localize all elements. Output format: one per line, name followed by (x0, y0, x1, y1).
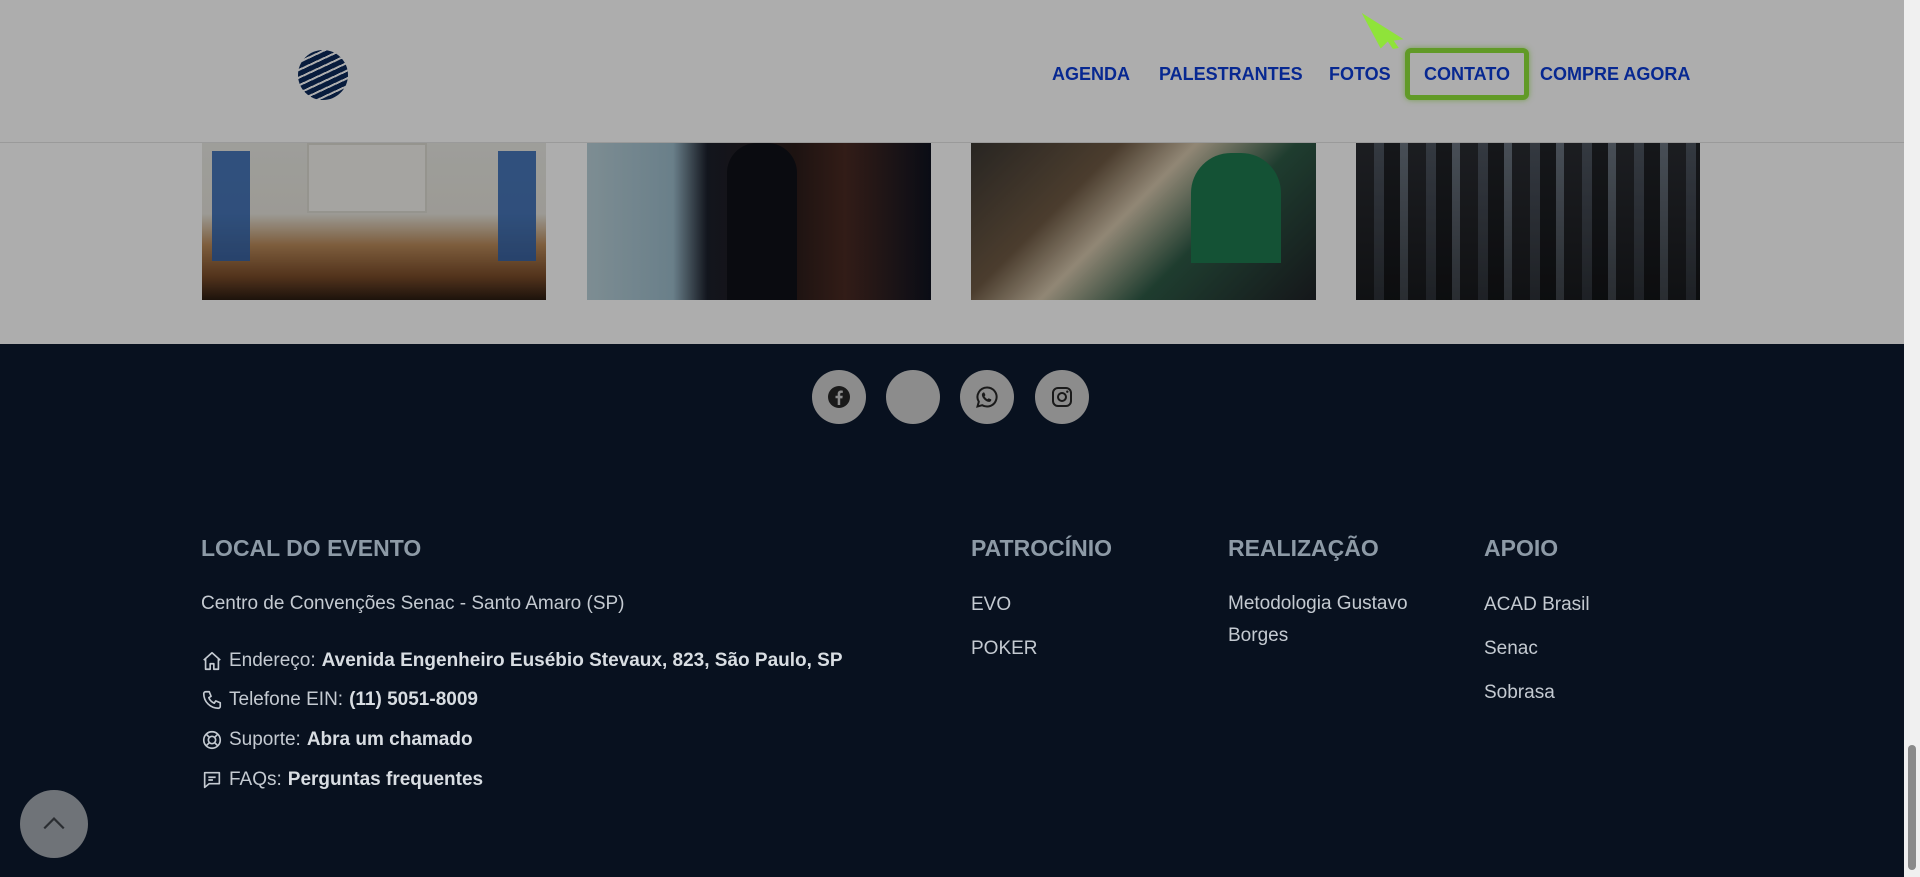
patrocinio-title: PATROCÍNIO (971, 535, 1112, 561)
local-title: LOCAL DO EVENTO (201, 535, 422, 561)
gallery-photo[interactable] (971, 143, 1316, 300)
faq-link[interactable]: Perguntas frequentes (288, 769, 483, 791)
photo-gallery (0, 143, 1904, 300)
faq-row: FAQs: Perguntas frequentes (201, 769, 483, 791)
pointer-arrow-icon (1362, 12, 1404, 49)
apoio-title: APOIO (1484, 535, 1559, 561)
phone-icon (202, 690, 222, 710)
top-section: AGENDA PALESTRANTES FOTOS CONTATO COMPRE… (0, 0, 1904, 344)
page-scrollbar[interactable] (1904, 0, 1920, 877)
address-label: Endereço: (229, 650, 316, 671)
blank-icon (901, 385, 925, 409)
nav-compre-agora[interactable]: COMPRE AGORA (1540, 48, 1690, 100)
support-row: Suporte: Abra um chamado (201, 729, 473, 751)
realizacao-item[interactable]: Metodologia Gustavo Borges (1228, 588, 1438, 652)
nav-contato[interactable]: CONTATO (1405, 48, 1529, 100)
instagram-button[interactable] (1035, 370, 1089, 424)
gallery-photo[interactable] (587, 143, 931, 300)
gallery-photo[interactable] (202, 143, 546, 300)
nav-agenda[interactable]: AGENDA (1052, 48, 1130, 100)
home-icon (203, 651, 221, 671)
chat-icon (203, 771, 221, 789)
site-header: AGENDA PALESTRANTES FOTOS CONTATO COMPRE… (0, 0, 1904, 143)
instagram-icon (1052, 387, 1072, 407)
scroll-to-top-button[interactable] (20, 790, 88, 858)
support-label: Suporte: (229, 729, 301, 750)
social-links (0, 370, 1904, 424)
facebook-button[interactable] (812, 370, 866, 424)
apoio-item[interactable]: ACAD Brasil (1484, 594, 1590, 616)
scrollbar-thumb[interactable] (1908, 745, 1916, 870)
patrocinio-item[interactable]: EVO (971, 594, 1011, 616)
nav-palestrantes[interactable]: PALESTRANTES (1159, 48, 1303, 100)
address-row: Endereço: Avenida Engenheiro Eusébio Ste… (201, 650, 843, 672)
patrocinio-item[interactable]: POKER (971, 638, 1038, 660)
lifebuoy-icon (202, 730, 222, 750)
faq-label: FAQs: (229, 769, 282, 790)
support-link[interactable]: Abra um chamado (307, 729, 473, 751)
apoio-item[interactable]: Senac (1484, 638, 1538, 660)
whatsapp-button[interactable] (960, 370, 1014, 424)
gallery-photo[interactable] (1356, 143, 1700, 300)
venue-name: Centro de Convenções Senac - Santo Amaro… (201, 593, 625, 614)
apoio-item[interactable]: Sobrasa (1484, 682, 1555, 704)
phone-label: Telefone EIN: (229, 689, 344, 710)
whatsapp-icon (976, 386, 998, 408)
main-nav: AGENDA PALESTRANTES FOTOS CONTATO COMPRE… (0, 48, 1904, 100)
phone-value: (11) 5051-8009 (349, 689, 478, 710)
address-value: Avenida Engenheiro Eusébio Stevaux, 823,… (321, 650, 843, 671)
phone-row: Telefone EIN: (11) 5051-8009 (201, 689, 478, 711)
social-button[interactable] (886, 370, 940, 424)
realizacao-title: REALIZAÇÃO (1228, 535, 1379, 561)
facebook-icon (828, 386, 850, 408)
nav-fotos[interactable]: FOTOS (1329, 48, 1391, 100)
site-footer: LOCAL DO EVENTO Centro de Convenções Sen… (0, 344, 1904, 877)
chevron-up-icon (43, 817, 65, 830)
